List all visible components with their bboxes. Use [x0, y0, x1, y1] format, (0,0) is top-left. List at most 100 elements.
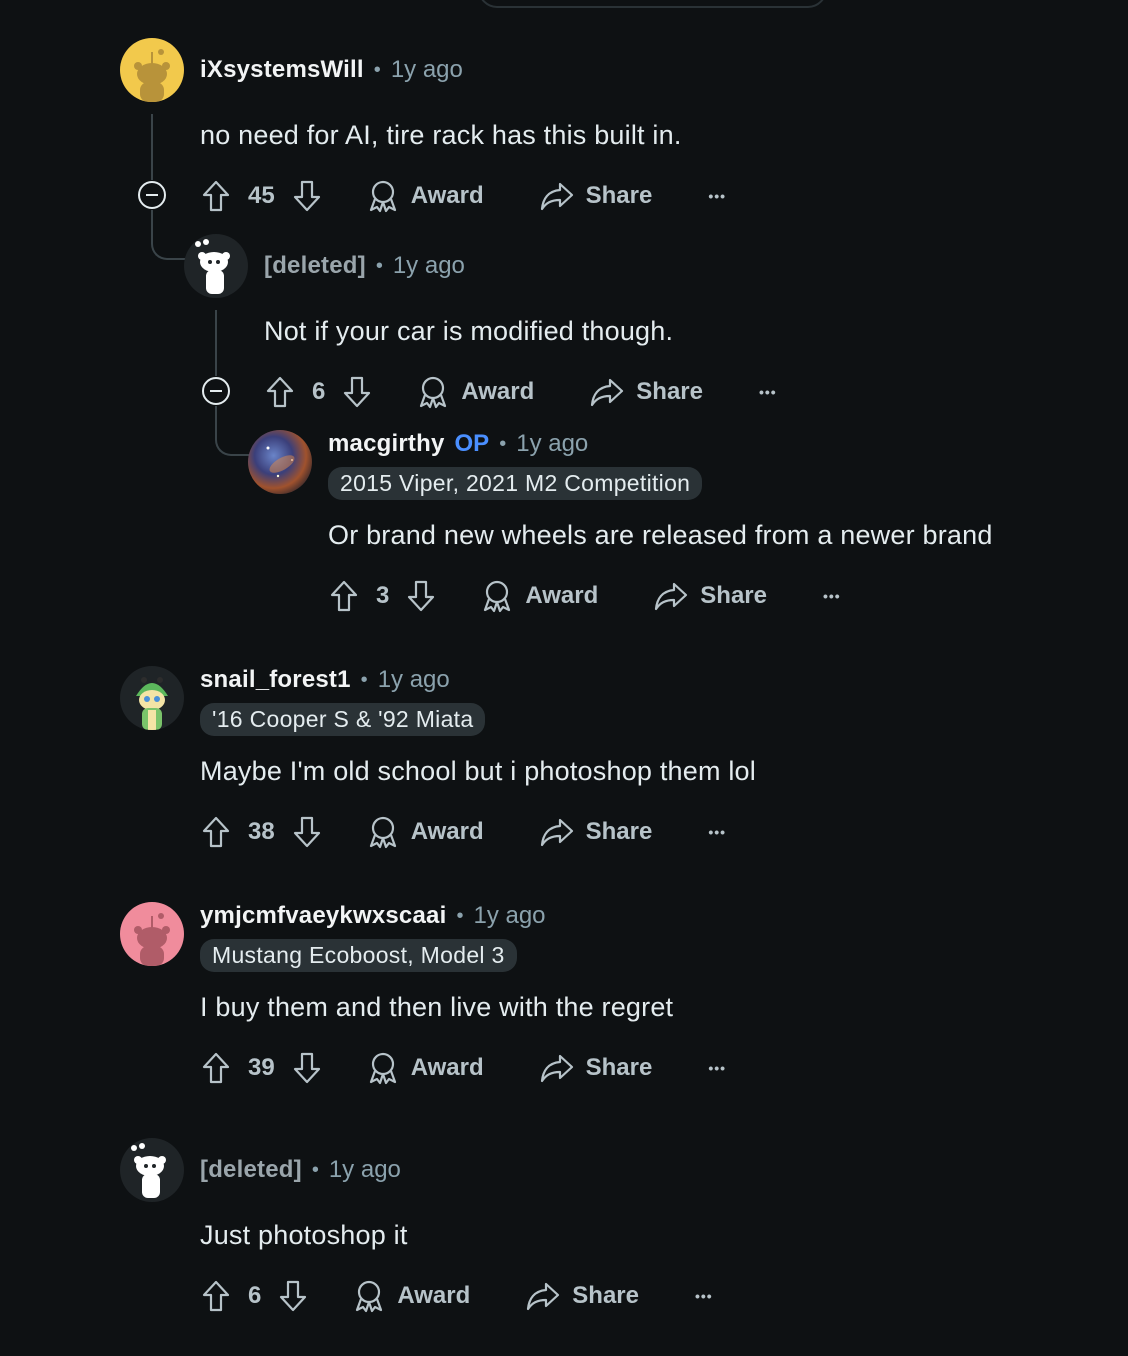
- share-icon: [540, 1054, 573, 1083]
- more-options-icon[interactable]: •••: [708, 1060, 726, 1076]
- upvote-icon[interactable]: [328, 579, 360, 613]
- upvote-icon[interactable]: [264, 375, 296, 409]
- share-label: Share: [585, 818, 653, 845]
- more-options-icon[interactable]: •••: [708, 188, 726, 204]
- award-label: Award: [397, 1282, 471, 1309]
- award-button[interactable]: Award: [481, 579, 598, 613]
- more-options-icon[interactable]: •••: [695, 1288, 713, 1304]
- downvote-icon[interactable]: [291, 1051, 323, 1085]
- comment-text: Or brand new wheels are released from a …: [328, 520, 993, 550]
- award-label: Award: [525, 582, 599, 609]
- more-options-icon[interactable]: •••: [823, 588, 841, 604]
- upvote-icon[interactable]: [200, 815, 232, 849]
- vote-count: 6: [248, 1282, 262, 1309]
- author-name[interactable]: ymjcmfvaeykwxscaai: [200, 902, 446, 930]
- award-button[interactable]: Award: [353, 1279, 470, 1313]
- author-name[interactable]: macgirthy: [328, 430, 445, 458]
- avatar[interactable]: [120, 1138, 184, 1202]
- timestamp[interactable]: 1y ago: [391, 56, 463, 84]
- downvote-icon[interactable]: [291, 815, 323, 849]
- timestamp[interactable]: 1y ago: [329, 1156, 401, 1184]
- user-flair: '16 Cooper S & '92 Miata: [200, 703, 486, 736]
- user-flair: Mustang Ecoboost, Model 3: [200, 939, 517, 972]
- award-icon: [420, 376, 447, 409]
- author-name[interactable]: iXsystemsWill: [200, 56, 364, 84]
- share-icon: [655, 582, 688, 611]
- separator-dot: •: [311, 1158, 319, 1181]
- share-label: Share: [572, 1282, 639, 1309]
- share-icon: [540, 182, 573, 211]
- avatar[interactable]: [120, 38, 184, 102]
- share-label: Share: [585, 1054, 653, 1081]
- share-label: Share: [700, 582, 767, 609]
- author-name: [deleted]: [264, 252, 366, 279]
- award-label: Award: [410, 1054, 484, 1081]
- vote-count: 45: [248, 182, 275, 209]
- award-icon: [369, 816, 396, 849]
- upvote-icon[interactable]: [200, 179, 232, 213]
- share-button[interactable]: Share: [526, 1281, 639, 1311]
- top-pill: [478, 0, 827, 8]
- award-button[interactable]: Award: [367, 1051, 484, 1085]
- thread-connector: [151, 210, 187, 260]
- vote-count: 6: [312, 378, 326, 405]
- share-icon: [591, 378, 624, 407]
- award-button[interactable]: Award: [367, 179, 484, 213]
- author-name: [deleted]: [200, 1156, 302, 1183]
- award-label: Award: [410, 182, 484, 209]
- timestamp[interactable]: 1y ago: [516, 430, 588, 458]
- award-label: Award: [461, 378, 535, 405]
- downvote-icon[interactable]: [405, 579, 437, 613]
- award-icon: [369, 180, 396, 213]
- op-badge: OP: [454, 430, 490, 457]
- share-label: Share: [636, 378, 703, 405]
- vote-count: 39: [248, 1054, 275, 1081]
- vote-count: 3: [376, 582, 390, 609]
- share-button[interactable]: Share: [540, 181, 653, 211]
- share-button[interactable]: Share: [540, 817, 653, 847]
- collapse-button[interactable]: [202, 377, 230, 405]
- share-icon: [540, 818, 573, 847]
- avatar[interactable]: [120, 666, 184, 730]
- separator-dot: •: [373, 58, 381, 81]
- upvote-icon[interactable]: [200, 1051, 232, 1085]
- downvote-icon[interactable]: [341, 375, 373, 409]
- thread-line: [151, 114, 153, 180]
- award-icon: [484, 580, 511, 613]
- avatar[interactable]: [120, 902, 184, 966]
- thread-line: [215, 310, 217, 376]
- award-button[interactable]: Award: [417, 375, 534, 409]
- award-icon: [356, 1280, 383, 1313]
- timestamp[interactable]: 1y ago: [473, 902, 545, 930]
- share-button[interactable]: Share: [540, 1053, 653, 1083]
- comment-text: Just photoshop it: [200, 1220, 408, 1250]
- share-button[interactable]: Share: [590, 377, 703, 407]
- award-icon: [369, 1052, 396, 1085]
- comment-text: no need for AI, tire rack has this built…: [200, 120, 682, 150]
- timestamp[interactable]: 1y ago: [393, 252, 465, 280]
- upvote-icon[interactable]: [200, 1279, 232, 1313]
- share-button[interactable]: Share: [654, 581, 767, 611]
- collapse-button[interactable]: [138, 181, 166, 209]
- thread-connector: [215, 406, 251, 456]
- award-label: Award: [410, 818, 484, 845]
- avatar[interactable]: [184, 234, 248, 298]
- share-icon: [527, 1282, 560, 1311]
- separator-dot: •: [499, 432, 507, 455]
- more-options-icon[interactable]: •••: [708, 824, 726, 840]
- user-flair: 2015 Viper, 2021 M2 Competition: [328, 467, 703, 500]
- separator-dot: •: [360, 668, 368, 691]
- award-button[interactable]: Award: [367, 815, 484, 849]
- separator-dot: •: [456, 904, 464, 927]
- vote-count: 38: [248, 818, 275, 845]
- avatar[interactable]: [248, 430, 312, 494]
- comment-text: Not if your car is modified though.: [264, 316, 674, 346]
- downvote-icon[interactable]: [277, 1279, 309, 1313]
- comment-text: I buy them and then live with the regret: [200, 992, 674, 1022]
- downvote-icon[interactable]: [291, 179, 323, 213]
- share-label: Share: [585, 182, 653, 209]
- timestamp[interactable]: 1y ago: [378, 666, 450, 694]
- more-options-icon[interactable]: •••: [759, 384, 777, 400]
- author-name[interactable]: snail_forest1: [200, 666, 351, 694]
- separator-dot: •: [375, 254, 383, 277]
